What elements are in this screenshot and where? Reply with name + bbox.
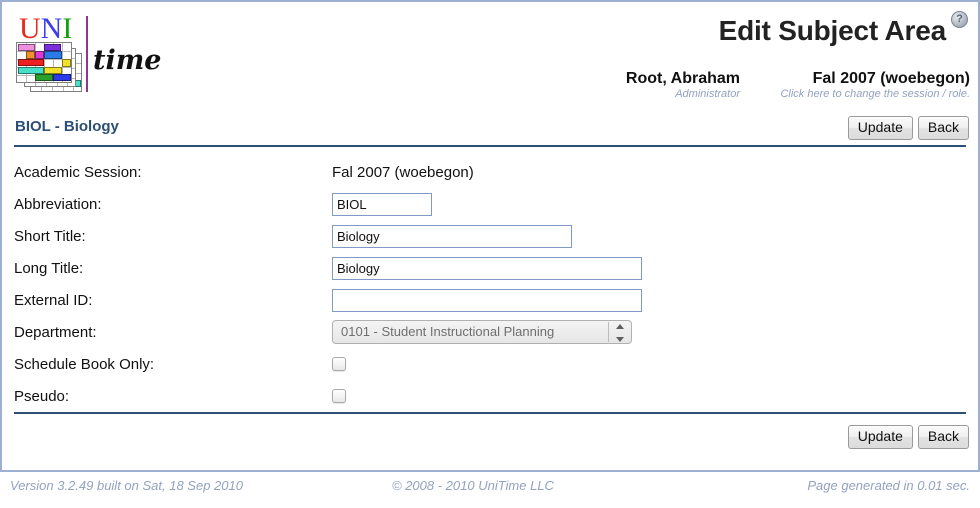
logo-timetable-grid bbox=[16, 42, 84, 94]
label-department: Department: bbox=[14, 323, 97, 341]
form-row-abbreviation: Abbreviation: bbox=[14, 188, 966, 220]
select-divider bbox=[608, 322, 609, 342]
form-row-short-title: Short Title: bbox=[14, 220, 966, 252]
short-title-input[interactable] bbox=[332, 224, 572, 248]
abbreviation-input[interactable] bbox=[332, 192, 432, 216]
footer-copyright: © 2008 - 2010 UniTime LLC bbox=[392, 478, 554, 493]
label-abbreviation: Abbreviation: bbox=[14, 195, 102, 213]
divider-bottom bbox=[14, 412, 966, 414]
label-academic-session: Academic Session: bbox=[14, 163, 142, 181]
footer-generated-time: Page generated in 0.01 sec. bbox=[807, 478, 970, 493]
back-button-top[interactable]: Back bbox=[917, 116, 969, 140]
top-button-group: Update Back bbox=[847, 116, 969, 140]
session-name: Fal 2007 (woebegon) bbox=[812, 70, 970, 87]
department-select-value: 0101 - Student Instructional Planning bbox=[341, 324, 555, 339]
bottom-button-group: Update Back bbox=[847, 425, 969, 449]
session-info[interactable]: Fal 2007 (woebegon) Click here to change… bbox=[780, 70, 970, 101]
update-button-bottom[interactable]: Update bbox=[847, 425, 913, 449]
update-button-top[interactable]: Update bbox=[847, 116, 913, 140]
schedule-book-only-checkbox[interactable] bbox=[332, 357, 346, 371]
application-page: UNI time Edit Subject Area ? Root, Abrah… bbox=[0, 0, 980, 508]
divider-top bbox=[14, 145, 966, 147]
logo-letter-i: I bbox=[62, 12, 73, 45]
label-pseudo: Pseudo: bbox=[14, 387, 70, 405]
main-content: BIOL - Biology Update Back Academic Sess… bbox=[2, 110, 978, 470]
section-header: BIOL - Biology Update Back bbox=[2, 116, 978, 148]
logo-letter-n: N bbox=[40, 12, 63, 45]
logo-uni-text: UNI bbox=[19, 14, 72, 44]
form-row-department: Department: 0101 - Student Instructional… bbox=[14, 316, 966, 348]
subject-area-form: Academic Session: Fal 2007 (woebegon) Ab… bbox=[14, 156, 966, 412]
user-role: Administrator bbox=[675, 88, 740, 100]
footer-version: Version 3.2.49 built on Sat, 18 Sep 2010 bbox=[10, 478, 243, 493]
form-row-long-title: Long Title: bbox=[14, 252, 966, 284]
logo-time-text: time bbox=[93, 45, 162, 76]
page-subject-title: BIOL - Biology bbox=[15, 118, 119, 135]
long-title-input[interactable] bbox=[332, 256, 642, 280]
window-border-bottom bbox=[0, 470, 980, 472]
chevron-updown-icon bbox=[614, 324, 626, 342]
external-id-input[interactable] bbox=[332, 288, 642, 312]
page-title: Edit Subject Area bbox=[718, 15, 947, 46]
value-academic-session: Fal 2007 (woebegon) bbox=[332, 163, 474, 181]
session-change-link[interactable]: Click here to change the session / role. bbox=[780, 88, 970, 101]
pseudo-checkbox[interactable] bbox=[332, 389, 346, 403]
page-header: UNI time Edit Subject Area ? Root, Abrah… bbox=[2, 2, 978, 110]
page-footer: Version 3.2.49 built on Sat, 18 Sep 2010… bbox=[0, 478, 980, 500]
user-info[interactable]: Root, Abraham Administrator bbox=[626, 70, 740, 101]
label-long-title: Long Title: bbox=[14, 259, 84, 277]
label-short-title: Short Title: bbox=[14, 227, 86, 245]
label-external-id: External ID: bbox=[14, 291, 93, 309]
logo-letter-u: U bbox=[19, 12, 41, 45]
form-row-schedule-book-only: Schedule Book Only: bbox=[14, 348, 966, 380]
form-row-pseudo: Pseudo: bbox=[14, 380, 966, 412]
help-question-icon[interactable]: ? bbox=[951, 11, 968, 28]
department-select[interactable]: 0101 - Student Instructional Planning bbox=[332, 320, 632, 344]
logo-grid-sheet-front bbox=[16, 42, 72, 83]
user-name: Root, Abraham bbox=[625, 70, 740, 87]
logo-divider-bar bbox=[86, 16, 88, 92]
form-row-academic-session: Academic Session: Fal 2007 (woebegon) bbox=[14, 156, 966, 188]
back-button-bottom[interactable]: Back bbox=[917, 425, 969, 449]
unitime-logo: UNI time bbox=[14, 14, 164, 96]
label-schedule-book-only: Schedule Book Only: bbox=[14, 355, 155, 373]
form-row-external-id: External ID: bbox=[14, 284, 966, 316]
